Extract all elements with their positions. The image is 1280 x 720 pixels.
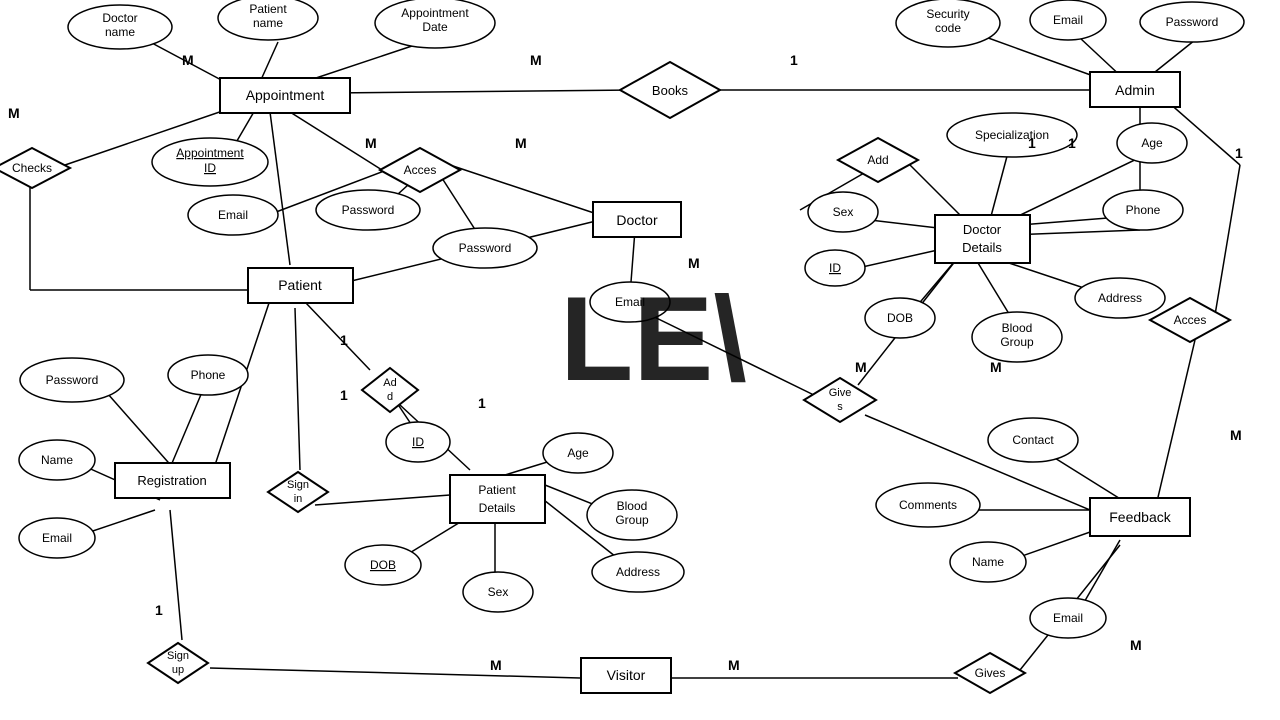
svg-text:Address: Address: [616, 565, 660, 579]
svg-text:Sex: Sex: [488, 585, 509, 599]
svg-text:Sex: Sex: [833, 205, 854, 219]
svg-text:Password: Password: [342, 203, 395, 217]
svg-text:M: M: [728, 657, 740, 673]
svg-text:Doctor: Doctor: [963, 222, 1002, 237]
svg-text:Acces: Acces: [1174, 313, 1207, 327]
svg-text:M: M: [1230, 427, 1242, 443]
svg-text:DOB: DOB: [887, 311, 913, 325]
svg-text:Sign: Sign: [287, 479, 309, 491]
svg-text:Books: Books: [652, 83, 689, 98]
svg-text:Give: Give: [829, 387, 852, 399]
svg-text:Appointment: Appointment: [176, 146, 244, 160]
svg-text:M: M: [365, 135, 377, 151]
svg-text:Phone: Phone: [1126, 203, 1161, 217]
svg-text:Ad: Ad: [383, 377, 396, 389]
svg-text:Checks: Checks: [12, 161, 52, 175]
svg-text:1: 1: [155, 602, 163, 618]
svg-text:Specialization: Specialization: [975, 128, 1049, 142]
svg-text:Blood: Blood: [1002, 321, 1033, 335]
svg-text:Group: Group: [1000, 335, 1034, 349]
svg-text:Email: Email: [1053, 13, 1083, 27]
svg-text:Appointment: Appointment: [246, 87, 325, 103]
svg-text:Admin: Admin: [1115, 82, 1155, 98]
svg-text:1: 1: [1028, 135, 1036, 151]
svg-text:Sign: Sign: [167, 650, 189, 662]
svg-text:name: name: [253, 16, 283, 30]
svg-text:Age: Age: [1141, 136, 1163, 150]
svg-text:M: M: [8, 105, 20, 121]
svg-text:Patient: Patient: [278, 277, 322, 293]
svg-text:1: 1: [340, 387, 348, 403]
svg-text:up: up: [172, 664, 184, 676]
svg-text:1: 1: [1068, 135, 1076, 151]
svg-text:Name: Name: [972, 555, 1004, 569]
svg-text:M: M: [855, 359, 867, 375]
svg-text:M: M: [515, 135, 527, 151]
svg-text:1: 1: [1235, 145, 1243, 161]
svg-text:DOB: DOB: [370, 558, 396, 572]
svg-text:Patient: Patient: [249, 2, 287, 16]
svg-text:code: code: [935, 21, 961, 35]
svg-text:Email: Email: [1053, 611, 1083, 625]
svg-text:Password: Password: [1166, 15, 1219, 29]
svg-text:Details: Details: [479, 501, 516, 515]
svg-text:Security: Security: [926, 7, 969, 21]
svg-text:in: in: [294, 493, 303, 505]
svg-text:Email: Email: [218, 208, 248, 222]
svg-text:ID: ID: [829, 261, 841, 275]
svg-text:M: M: [688, 255, 700, 271]
svg-text:ID: ID: [412, 435, 424, 449]
svg-text:s: s: [837, 401, 843, 413]
svg-text:Acces: Acces: [404, 163, 437, 177]
svg-text:M: M: [530, 52, 542, 68]
svg-text:Gives: Gives: [975, 666, 1006, 680]
diagram-svg: Appointment Patient Doctor Doctor Detail…: [0, 0, 1280, 720]
svg-text:Group: Group: [615, 513, 649, 527]
svg-text:ID: ID: [204, 161, 216, 175]
svg-text:Visitor: Visitor: [607, 667, 646, 683]
svg-text:Password: Password: [459, 241, 512, 255]
svg-text:Add: Add: [867, 153, 888, 167]
svg-text:1: 1: [478, 395, 486, 411]
svg-text:Contact: Contact: [1012, 433, 1054, 447]
svg-text:M: M: [182, 52, 194, 68]
svg-text:Blood: Blood: [617, 499, 648, 513]
svg-text:M: M: [490, 657, 502, 673]
svg-text:Password: Password: [46, 373, 99, 387]
svg-text:Name: Name: [41, 453, 73, 467]
svg-text:name: name: [105, 25, 135, 39]
svg-text:Doctor: Doctor: [102, 11, 137, 25]
svg-text:d: d: [387, 391, 393, 403]
svg-text:Details: Details: [962, 240, 1002, 255]
svg-text:LE\: LE\: [560, 272, 747, 406]
svg-text:Patient: Patient: [478, 483, 516, 497]
svg-text:M: M: [990, 359, 1002, 375]
svg-text:Doctor: Doctor: [616, 212, 658, 228]
svg-text:1: 1: [340, 332, 348, 348]
svg-text:Date: Date: [422, 20, 448, 34]
svg-text:Phone: Phone: [191, 368, 226, 382]
svg-text:Age: Age: [567, 446, 589, 460]
svg-text:M: M: [1130, 637, 1142, 653]
svg-text:Comments: Comments: [899, 498, 957, 512]
svg-text:Appointment: Appointment: [401, 6, 469, 20]
er-diagram: Appointment Patient Doctor Doctor Detail…: [0, 0, 1280, 720]
svg-text:Registration: Registration: [137, 473, 206, 488]
svg-text:Address: Address: [1098, 291, 1142, 305]
svg-text:Email: Email: [42, 531, 72, 545]
svg-text:1: 1: [790, 52, 798, 68]
svg-text:Feedback: Feedback: [1109, 509, 1171, 525]
